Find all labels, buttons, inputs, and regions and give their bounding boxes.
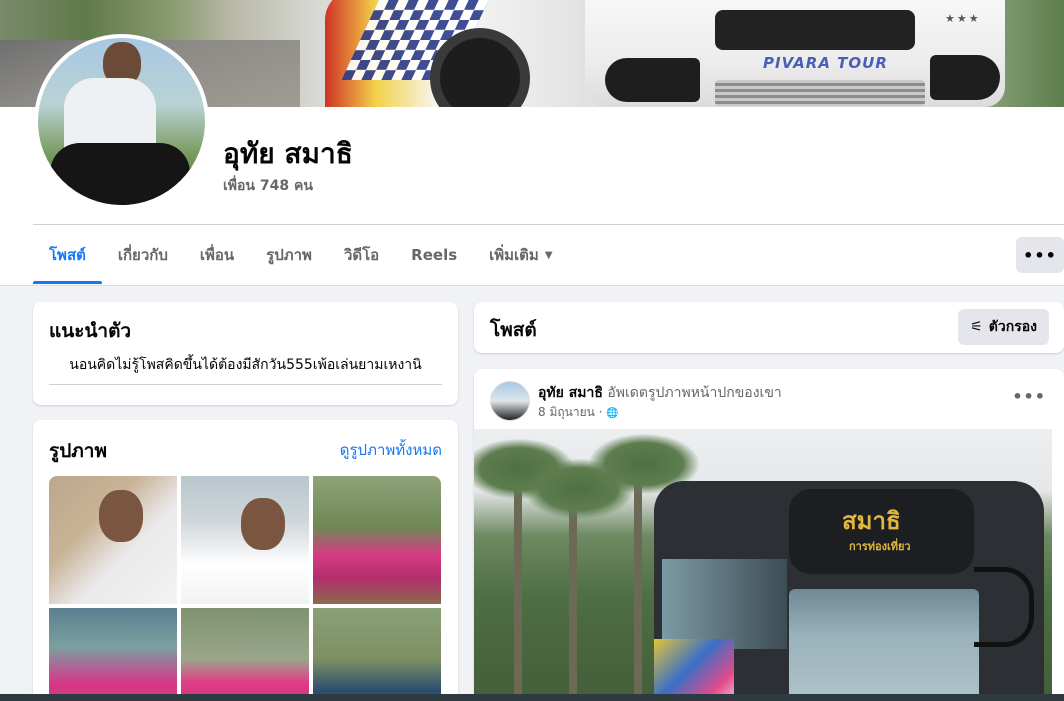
tab-label: วิดีโอ (343, 246, 380, 264)
post-action-text: อัพเดตรูปภาพหน้าปกของเขา (607, 385, 782, 401)
caret-down-icon: ▼ (544, 249, 553, 261)
cover-bus-stars: ★★★ (945, 12, 981, 25)
photo-thumbnail[interactable] (49, 608, 177, 701)
post-card: อุทัย สมาธิ อัพเดตรูปภาพหน้าปกของเขา 8 ม… (474, 369, 1064, 701)
cover-bus-headlight-right (930, 55, 1000, 100)
photo-thumbnail[interactable] (313, 608, 441, 701)
cover-bus-brand: PIVARA TOUR (763, 54, 888, 72)
bus-logo-text: สมาธิ (842, 506, 901, 535)
cover-bus-grille (715, 10, 915, 50)
tab-label: เพื่อน (199, 246, 235, 264)
bus-livery-stripe (654, 639, 734, 701)
profile-tabs: โพสต์ เกี่ยวกับ เพื่อน รูปภาพ วิดีโอ Ree… (33, 226, 569, 284)
post-meta: 8 มิถุนายน · 🌐 (538, 403, 619, 422)
tab-label: เกี่ยวกับ (117, 246, 168, 264)
profile-avatar[interactable] (34, 34, 209, 209)
post-date[interactable]: 8 มิถุนายน (538, 405, 595, 419)
intro-title: แนะนำตัว (49, 320, 132, 342)
post-author-avatar[interactable] (490, 381, 530, 421)
globe-icon: 🌐 (606, 408, 619, 419)
photos-title[interactable]: รูปภาพ (49, 436, 107, 466)
post-header-line: อุทัย สมาธิ อัพเดตรูปภาพหน้าปกของเขา (538, 382, 782, 404)
intro-bio: นอนคิดไม่รู้โพสคิดขึ้นได้ต้องมีสักวัน555… (69, 357, 422, 373)
bottom-bar (0, 694, 1064, 701)
profile-header: PIVARA TOUR ★★★ อุทัย สมาธิ เพื่อน 748 ค… (0, 0, 1064, 286)
filter-icon: ⚟ (970, 319, 983, 335)
cover-bus-vent (715, 80, 925, 106)
tab-photos[interactable]: รูปภาพ (250, 226, 328, 284)
posts-header-card: โพสต์ ⚟ ตัวกรอง (474, 302, 1064, 353)
photo-thumbnail[interactable] (181, 476, 309, 604)
palm-trunk (514, 469, 522, 701)
filter-label: ตัวกรอง (988, 319, 1037, 335)
photo-thumbnail[interactable] (313, 476, 441, 604)
post-image[interactable]: สมาธิ การท่องเที่ยว (474, 429, 1052, 701)
intro-divider (49, 384, 442, 385)
photo-grid (49, 476, 442, 701)
tab-friends[interactable]: เพื่อน (184, 226, 250, 284)
photo-thumbnail[interactable] (181, 608, 309, 701)
palm-trunk (569, 489, 577, 701)
profile-more-button[interactable]: ••• (1016, 237, 1064, 273)
bus-sub-text: การท่องเที่ยว (849, 540, 911, 553)
palm-trunk (634, 469, 642, 701)
tab-videos[interactable]: วิดีโอ (328, 226, 395, 284)
post-meta-separator: · (594, 405, 607, 419)
tab-label: เพิ่มเติม (489, 246, 539, 264)
bus-mirror (974, 567, 1034, 647)
cover-bus-headlight-left (605, 58, 700, 102)
photo-face (241, 498, 285, 550)
tab-posts[interactable]: โพสต์ (33, 226, 102, 284)
tab-label: Reels (411, 246, 458, 264)
bus-windshield (789, 589, 979, 701)
post-author-name[interactable]: อุทัย สมาธิ (538, 385, 603, 401)
facebook-profile-page: PIVARA TOUR ★★★ อุทัย สมาธิ เพื่อน 748 ค… (0, 0, 1064, 701)
avatar-person-pants (50, 143, 190, 205)
photo-thumbnail[interactable] (49, 476, 177, 604)
photos-card: รูปภาพ ดูรูปภาพทั้งหมด (33, 420, 458, 701)
header-divider (33, 224, 1064, 225)
profile-name: อุทัย สมาธิ (223, 137, 353, 170)
tab-reels[interactable]: Reels (395, 226, 473, 284)
bus-side-windows (662, 559, 787, 649)
posts-title: โพสต์ (490, 319, 537, 341)
filter-button[interactable]: ⚟ ตัวกรอง (958, 309, 1049, 345)
see-all-photos-link[interactable]: ดูรูปภาพทั้งหมด (340, 438, 442, 462)
intro-card: แนะนำตัว นอนคิดไม่รู้โพสคิดขึ้นได้ต้องมี… (33, 302, 458, 405)
tab-about[interactable]: เกี่ยวกับ (102, 226, 184, 284)
tab-label: โพสต์ (49, 246, 86, 264)
profile-friends-count[interactable]: เพื่อน 748 คน (223, 175, 313, 197)
tab-label: รูปภาพ (266, 246, 312, 264)
photo-face (99, 490, 143, 542)
tab-more[interactable]: เพิ่มเติม ▼ (473, 226, 568, 284)
post-more-button[interactable]: ••• (1012, 387, 1046, 406)
